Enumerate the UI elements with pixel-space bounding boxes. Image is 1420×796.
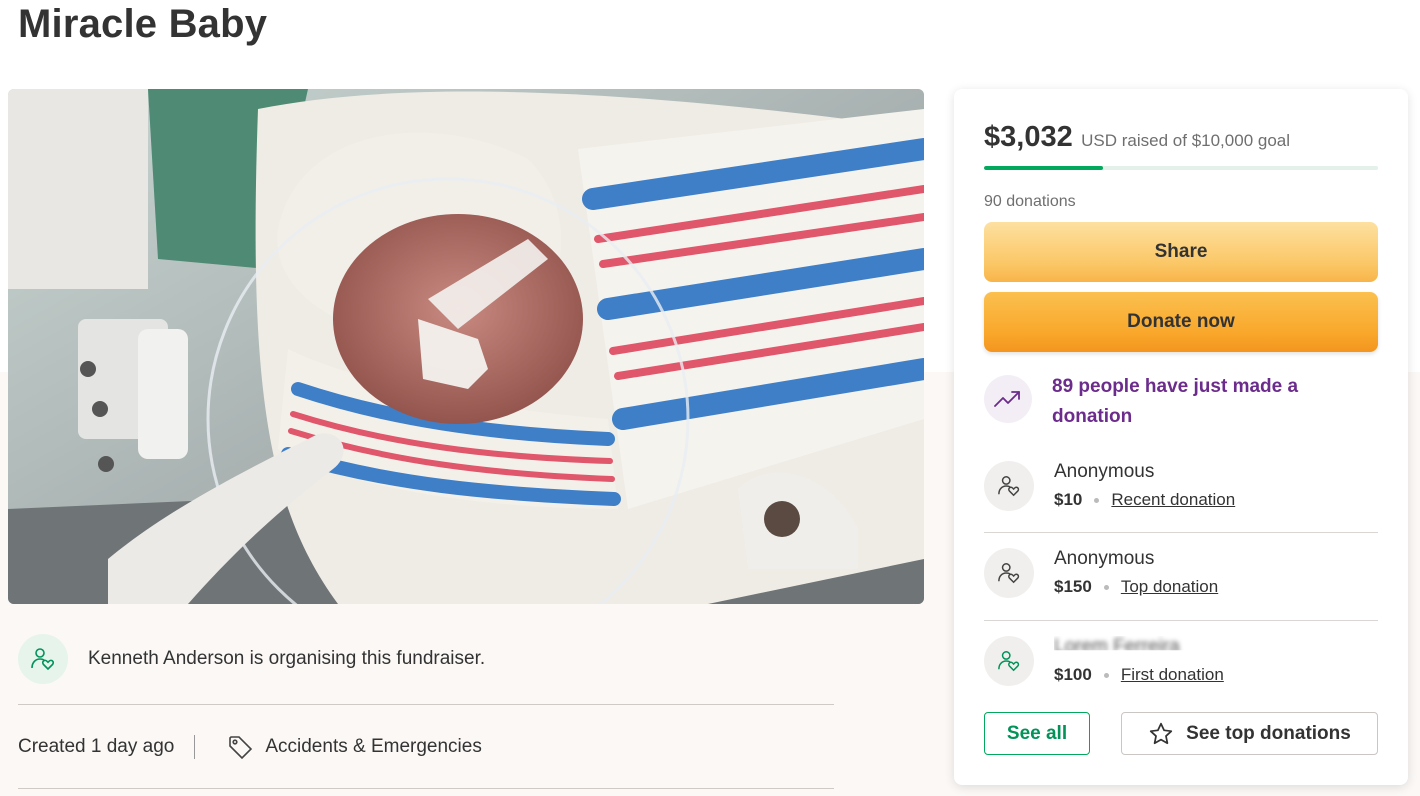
donor-amount: $10 — [1054, 490, 1083, 509]
donor-tag-link[interactable]: Recent donation — [1111, 490, 1235, 510]
donation-sidebar: $3,032 USD raised of $10,000 goal 90 don… — [954, 89, 1408, 785]
donate-now-button[interactable]: Donate now — [984, 292, 1378, 352]
donor-amount: $150 — [1054, 577, 1092, 596]
dot-separator — [1094, 497, 1100, 503]
donations-count: 90 donations — [984, 193, 1076, 210]
see-top-donations-button[interactable]: See top donations — [1121, 712, 1378, 755]
donor-name: Lorem Ferreira — [1054, 636, 1180, 657]
donor-tag-link[interactable]: Top donation — [1121, 577, 1218, 597]
donor-tag-link[interactable]: First donation — [1121, 665, 1224, 685]
organiser-heart-icon — [18, 634, 68, 684]
divider — [984, 620, 1378, 621]
organiser-text: Kenneth Anderson is organising this fund… — [88, 648, 486, 669]
campaign-hero-image[interactable] — [8, 89, 924, 604]
created-date: Created 1 day ago — [18, 736, 175, 757]
share-button[interactable]: Share — [984, 222, 1378, 282]
donor-item: Lorem Ferreira $100 First donation — [984, 636, 1224, 686]
meta-separator — [194, 735, 196, 759]
dot-separator — [1103, 584, 1109, 590]
recent-activity-text: 89 people have just made a donation — [1052, 376, 1299, 427]
donor-heart-icon — [984, 461, 1034, 511]
donor-name: Anonymous — [1054, 548, 1155, 569]
baby-photo-illustration — [8, 89, 924, 604]
donor-name: Anonymous — [1054, 461, 1155, 482]
dot-separator — [1103, 672, 1109, 678]
amount-value: $3,032 — [984, 121, 1073, 153]
goal-text: USD raised of $10,000 goal — [1081, 131, 1291, 150]
page-title: Miracle Baby — [18, 2, 268, 46]
recent-activity: 89 people have just made a donation — [984, 375, 1342, 432]
divider — [984, 532, 1378, 533]
donor-item: Anonymous $10 Recent donation — [984, 461, 1235, 511]
see-all-button[interactable]: See all — [984, 712, 1090, 755]
progress-bar — [984, 166, 1378, 170]
tag-icon — [227, 734, 253, 760]
amount-raised: $3,032 USD raised of $10,000 goal — [984, 121, 1290, 154]
donor-heart-icon — [984, 548, 1034, 598]
donor-item: Anonymous $150 Top donation — [984, 548, 1218, 598]
progress-fill — [984, 166, 1104, 170]
organiser-row: Kenneth Anderson is organising this fund… — [18, 634, 485, 684]
fundraiser-meta: Created 1 day ago Accidents & Emergencie… — [18, 734, 482, 760]
divider — [18, 788, 834, 789]
divider — [18, 704, 834, 705]
donor-heart-icon — [984, 636, 1034, 686]
trend-up-icon — [984, 375, 1032, 423]
donor-amount: $100 — [1054, 665, 1092, 684]
see-top-donations-label: See top donations — [1186, 722, 1351, 744]
category-link[interactable]: Accidents & Emergencies — [265, 736, 482, 758]
star-icon — [1148, 721, 1174, 747]
